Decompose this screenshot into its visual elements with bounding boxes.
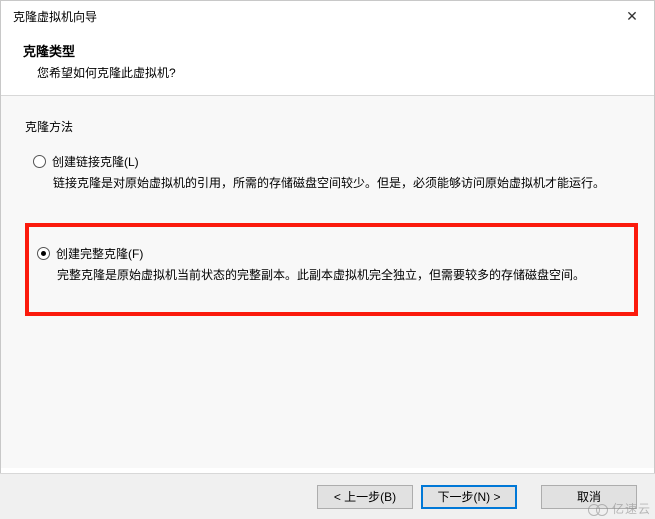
wizard-footer: < 上一步(B) 下一步(N) > 取消 (0, 473, 655, 519)
wizard-header: 克隆类型 您希望如何克隆此虚拟机? (1, 31, 654, 96)
option-full-desc: 完整克隆是原始虚拟机当前状态的完整副本。此副本虚拟机完全独立，但需要较多的存储磁… (57, 266, 618, 285)
radio-icon[interactable] (33, 155, 46, 168)
option-full-clone[interactable]: 创建完整克隆(F) 完整克隆是原始虚拟机当前状态的完整副本。此副本虚拟机完全独立… (25, 223, 638, 317)
option-linked-desc: 链接克隆是对原始虚拟机的引用，所需的存储磁盘空间较少。但是，必须能够访问原始虚拟… (53, 174, 624, 193)
option-row: 创建完整克隆(F) (37, 245, 618, 262)
wizard-content: 克隆方法 创建链接克隆(L) 链接克隆是对原始虚拟机的引用，所需的存储磁盘空间较… (1, 96, 654, 468)
back-button[interactable]: < 上一步(B) (317, 485, 413, 509)
window-title: 克隆虚拟机向导 (13, 8, 97, 25)
cancel-button[interactable]: 取消 (541, 485, 637, 509)
section-label: 克隆方法 (25, 118, 630, 135)
radio-icon[interactable] (37, 247, 50, 260)
option-full-label: 创建完整克隆(F) (56, 245, 143, 262)
option-linked-label: 创建链接克隆(L) (52, 153, 139, 170)
close-icon: ✕ (626, 8, 638, 25)
titlebar: 克隆虚拟机向导 ✕ (1, 1, 654, 31)
header-title: 克隆类型 (23, 41, 632, 60)
header-subtitle: 您希望如何克隆此虚拟机? (23, 64, 632, 81)
option-row: 创建链接克隆(L) (33, 153, 624, 170)
option-linked-clone[interactable]: 创建链接克隆(L) 链接克隆是对原始虚拟机的引用，所需的存储磁盘空间较少。但是，… (33, 149, 630, 199)
close-button[interactable]: ✕ (610, 1, 654, 31)
next-button[interactable]: 下一步(N) > (421, 485, 517, 509)
